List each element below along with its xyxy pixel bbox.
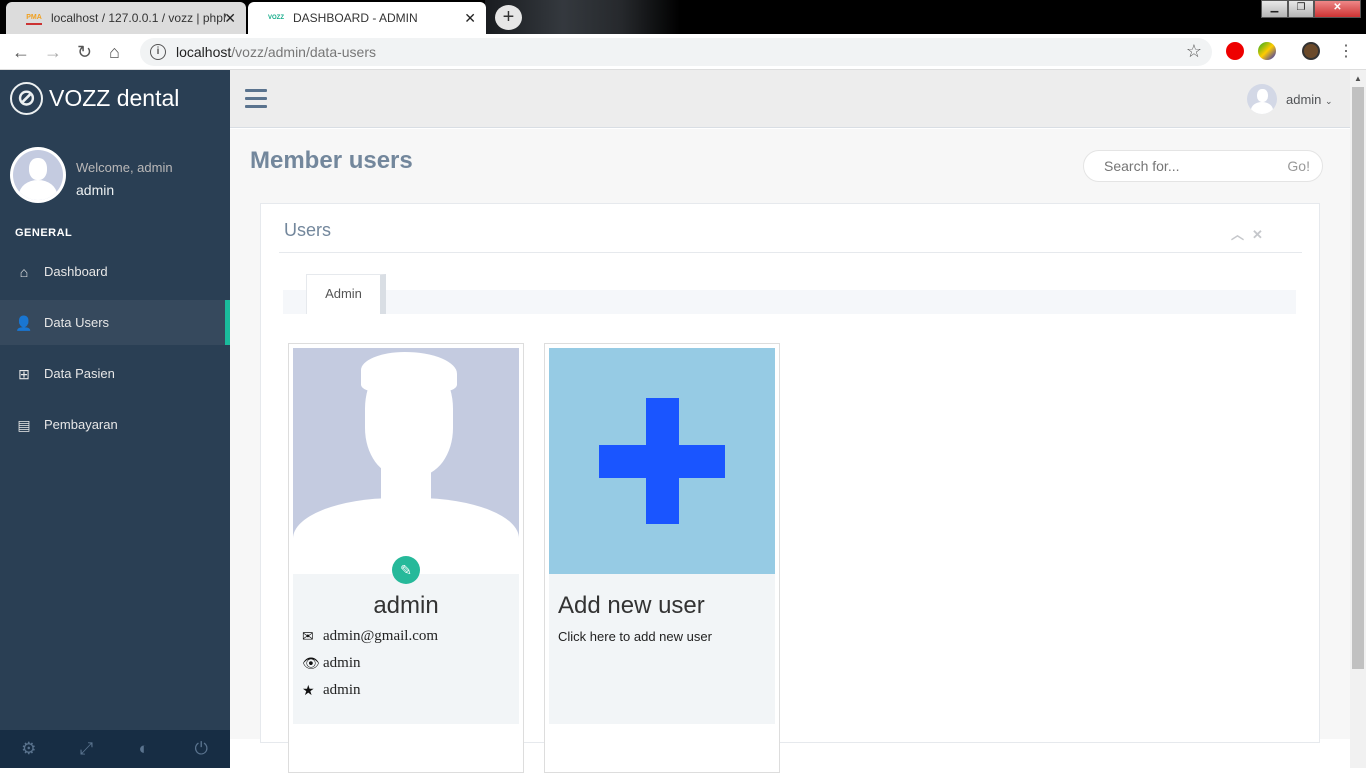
sidebar: ⊘ VOZZ dental Welcome, admin admin GENER…	[0, 70, 230, 768]
tab-label: localhost / 127.0.0.1 / vozz | phpMyAdmi…	[51, 11, 226, 25]
gear-icon[interactable]: ⚙	[0, 730, 58, 768]
forward-icon[interactable]: →	[44, 42, 62, 62]
window-close-button[interactable]: ✕	[1314, 0, 1361, 18]
eye-slash-icon[interactable]: ◐	[115, 730, 173, 768]
user-menu[interactable]: admin ⌄	[1286, 92, 1333, 107]
sidebar-item-label: Data Users	[44, 315, 110, 330]
user-photo	[293, 348, 519, 574]
sidebar-item-label: Data Pasien	[44, 366, 115, 381]
idm-extension-icon[interactable]	[1258, 42, 1276, 60]
sidebar-item-label: Dashboard	[44, 264, 108, 279]
add-user-card-body: Add new user Click here to add new user	[549, 574, 775, 724]
medkit-icon: ⊞	[18, 365, 30, 382]
bookmark-star-icon[interactable]: ☆	[1186, 41, 1202, 62]
panel-divider	[279, 252, 1302, 253]
sidebar-item-label: Pembayaran	[44, 417, 118, 432]
browser-menu-icon[interactable]: ⋮	[1338, 42, 1354, 62]
user-email: admin@gmail.com	[323, 628, 439, 644]
user-username: admin	[323, 655, 361, 671]
eye-icon: 👁	[302, 655, 320, 672]
add-user-subtitle: Click here to add new user	[558, 629, 712, 644]
top-navbar: admin ⌄	[230, 70, 1350, 128]
collapse-icon[interactable]: ︿	[1231, 227, 1252, 242]
star-icon: ★	[302, 682, 315, 699]
file-icon: ▤	[17, 416, 31, 433]
vozz-favicon-icon: VOZZ	[268, 15, 284, 21]
profile-avatar-icon[interactable]	[1302, 42, 1320, 60]
home-icon[interactable]: ⌂	[109, 42, 120, 62]
user-username-row: 👁 admin	[302, 655, 361, 672]
page-scrollbar[interactable]: ▲	[1350, 70, 1366, 768]
sidebar-item-data-users[interactable]: 👤 Data Users	[0, 300, 230, 345]
opera-extension-icon[interactable]	[1226, 42, 1244, 60]
reload-icon[interactable]: ↻	[77, 42, 92, 62]
scroll-up-icon[interactable]: ▲	[1350, 70, 1366, 87]
user-card[interactable]: ✎ admin ✉ admin@gmail.com 👁 admin ★ admi…	[288, 343, 524, 773]
url-path: /vozz/admin/data-users	[231, 44, 376, 60]
sidebar-item-pembayaran[interactable]: ▤ Pembayaran	[0, 402, 230, 447]
fullscreen-icon[interactable]: ⤢	[58, 730, 116, 768]
user-role: admin	[323, 682, 361, 698]
close-icon[interactable]: ✕	[1252, 227, 1271, 242]
window-maximize-button[interactable]: ❐	[1288, 0, 1314, 18]
user-role-row: ★ admin	[302, 682, 361, 699]
browser-tabbar: PMA localhost / 127.0.0.1 / vozz | phpMy…	[0, 0, 1366, 34]
new-tab-button[interactable]: +	[495, 5, 522, 30]
envelope-icon: ✉	[302, 628, 314, 645]
profile-avatar	[10, 147, 66, 203]
user-avatar[interactable]	[1247, 84, 1277, 114]
url-host: localhost	[176, 44, 232, 60]
page-title: Member users	[250, 147, 413, 174]
add-user-title: Add new user	[558, 592, 705, 619]
profile-name: admin	[76, 182, 115, 198]
site-info-icon[interactable]: i	[150, 44, 166, 60]
add-user-card[interactable]: Add new user Click here to add new user	[544, 343, 780, 773]
user-name: admin	[1286, 92, 1322, 107]
phpmyadmin-favicon-icon: PMA	[26, 11, 42, 25]
brand-title: VOZZ dental	[49, 85, 180, 111]
search-input[interactable]	[1104, 158, 1274, 174]
menu-toggle-icon[interactable]	[245, 89, 267, 109]
sidebar-item-dashboard[interactable]: ⌂ Dashboard	[0, 249, 230, 294]
home-icon: ⌂	[19, 263, 29, 280]
user-email-row: ✉ admin@gmail.com	[302, 628, 438, 645]
tab-strip	[283, 290, 1296, 314]
power-icon[interactable]: ⏻	[173, 730, 231, 768]
browser-toolbar: ← → ↻ ⌂ i localhost/vozz/admin/data-user…	[0, 34, 1366, 70]
welcome-text: Welcome, admin	[76, 160, 173, 175]
user-card-name: admin	[373, 592, 439, 619]
search-box: Go!	[1083, 150, 1323, 182]
browser-tab-dashboard[interactable]: VOZZ DASHBOARD - ADMIN ✕	[248, 2, 486, 34]
edit-pencil-icon[interactable]: ✎	[392, 556, 420, 584]
back-icon[interactable]: ←	[12, 42, 30, 62]
sidebar-item-data-pasien[interactable]: ⊞ Data Pasien	[0, 351, 230, 396]
panel-title: Users	[284, 220, 332, 240]
brand[interactable]: ⊘ VOZZ dental	[10, 82, 179, 115]
user-card-body: ✎ admin ✉ admin@gmail.com 👁 admin ★ admi…	[293, 556, 519, 724]
scrollbar-thumb[interactable]	[1352, 87, 1364, 669]
sidebar-menu: ⌂ Dashboard 👤 Data Users ⊞ Data Pasien ▤…	[0, 249, 230, 453]
chevron-down-icon: ⌄	[1325, 96, 1333, 106]
search-go-button[interactable]: Go!	[1287, 158, 1310, 174]
tab-close-icon[interactable]: ✕	[224, 10, 236, 27]
main-content: Member users Go! Users ︿✕ Admin ✎ admin …	[230, 129, 1350, 773]
tab-admin[interactable]: Admin	[306, 274, 386, 314]
panel-tools: ︿✕	[1231, 224, 1271, 243]
browser-tab-phpmyadmin[interactable]: PMA localhost / 127.0.0.1 / vozz | phpMy…	[6, 2, 246, 34]
window-minimize-button[interactable]: ▁	[1261, 0, 1288, 18]
add-user-image	[549, 348, 775, 574]
tab-close-icon[interactable]: ✕	[464, 10, 476, 27]
brand-logo-icon: ⊘	[10, 82, 43, 115]
sidebar-footer: ⚙ ⤢ ◐ ⏻	[0, 730, 230, 768]
address-bar[interactable]: i localhost/vozz/admin/data-users ☆	[140, 38, 1212, 66]
menu-section-title: GENERAL	[15, 227, 73, 239]
users-panel: Users ︿✕ Admin ✎ admin ✉ admin@gmail.com…	[260, 203, 1320, 773]
user-icon: 👤	[15, 314, 33, 331]
tab-label: DASHBOARD - ADMIN	[293, 11, 418, 25]
